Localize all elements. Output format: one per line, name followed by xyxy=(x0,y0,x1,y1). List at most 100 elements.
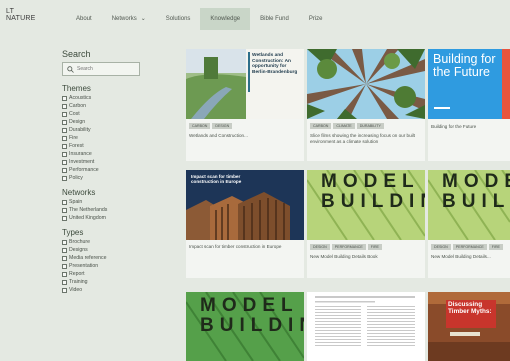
themes-heading: Themes xyxy=(62,84,91,93)
card-tags: DESIGN PERFORMANCE FIRE xyxy=(310,244,382,250)
filter-option-label: Brochure xyxy=(69,239,91,245)
checkbox[interactable] xyxy=(62,279,67,285)
card-image-model-building: MODEL BUILDING xyxy=(307,170,425,240)
filter-option-label: Insurance xyxy=(69,151,92,157)
checkbox[interactable] xyxy=(62,287,67,293)
card-image-caption: MODEL BUILDING xyxy=(442,171,510,212)
knowledge-card-model-building-3[interactable]: MODEL BUILDING xyxy=(186,292,304,361)
site-logo[interactable]: LT NATURE xyxy=(6,8,46,22)
checkbox[interactable] xyxy=(62,215,67,221)
filter-option-label: Policy xyxy=(69,175,83,181)
themes-filter-list: Acoustics Carbon Cost Design Durability Fire F… xyxy=(62,94,172,182)
card-image-caption: Building for the Future xyxy=(433,52,496,79)
filter-option-label: Carbon xyxy=(69,103,87,109)
filter-option-networks[interactable]: The Netherlands xyxy=(62,206,172,214)
knowledge-card-model-building[interactable]: MODEL BUILDING DESIGN PERFORMANCE FIRE N… xyxy=(307,170,425,278)
nav-item-bible-fund[interactable]: Bible Fund xyxy=(250,8,299,30)
checkbox[interactable] xyxy=(62,255,67,261)
filter-option-themes[interactable]: Policy xyxy=(62,174,172,182)
nav-item-solutions[interactable]: Solutions xyxy=(156,8,201,30)
tag[interactable]: DURABILITY xyxy=(356,123,384,129)
filter-option-label: Training xyxy=(69,279,88,285)
filter-option-themes[interactable]: Investment xyxy=(62,158,172,166)
filter-option-types[interactable]: Designs xyxy=(62,246,172,254)
knowledge-card-slice-films[interactable]: CARBON CLIMATE DURABILITY Slice films sh… xyxy=(307,49,425,161)
checkbox[interactable] xyxy=(62,263,67,269)
tag[interactable]: PERFORMANCE xyxy=(331,244,366,250)
tag[interactable]: DESIGN xyxy=(310,244,330,250)
search-heading: Search xyxy=(62,49,91,59)
card-title: Impact scan for timber construction in E… xyxy=(189,244,282,249)
filter-sidebar: Search Themes Acoustics Carbon Cost Design D… xyxy=(62,49,172,294)
nav-item-knowledge[interactable]: Knowledge xyxy=(200,8,251,30)
checkbox[interactable] xyxy=(62,167,67,173)
filter-option-themes[interactable]: Cost xyxy=(62,110,172,118)
nav-item-prize[interactable]: Prize xyxy=(299,8,333,30)
checkbox[interactable] xyxy=(62,119,67,125)
checkbox[interactable] xyxy=(62,95,67,101)
card-title: Slice films showing the increasing focus… xyxy=(310,133,415,144)
filter-option-types[interactable]: Media reference xyxy=(62,254,172,262)
search-box[interactable] xyxy=(62,62,140,76)
card-title: Building for the Future xyxy=(431,124,477,129)
tag[interactable]: DESIGN xyxy=(212,123,233,129)
card-image-caption: MODEL BUILDING xyxy=(321,171,425,212)
card-title: New Model Building Details... xyxy=(431,254,491,259)
filter-option-themes[interactable]: Acoustics xyxy=(62,94,172,102)
checkbox[interactable] xyxy=(62,199,67,205)
checkbox[interactable] xyxy=(62,159,67,165)
filter-option-types[interactable]: Brochure xyxy=(62,238,172,246)
nav-item-networks[interactable]: Networks ⌄ xyxy=(102,8,156,30)
nav-item-about[interactable]: About xyxy=(66,8,102,30)
filter-option-themes[interactable]: Forest xyxy=(62,142,172,150)
knowledge-card-impact-scan[interactable]: Impact scan for timber construction in E… xyxy=(186,170,304,278)
card-title: New Model Building Details Book xyxy=(310,254,378,259)
card-image-caption: Impact scan for timber construction in E… xyxy=(191,174,242,185)
filter-option-themes[interactable]: Insurance xyxy=(62,150,172,158)
tag[interactable]: DESIGN xyxy=(431,244,451,250)
filter-option-themes[interactable]: Durability xyxy=(62,126,172,134)
checkbox[interactable] xyxy=(62,143,67,149)
filter-option-label: Presentation xyxy=(69,263,99,269)
knowledge-card-model-building-2[interactable]: MODEL BUILDING DESIGN PERFORMANCE FIRE N… xyxy=(428,170,510,278)
filter-option-themes[interactable]: Design xyxy=(62,118,172,126)
tag[interactable]: FIRE xyxy=(367,244,382,250)
card-image-caption: MODEL BUILDING xyxy=(200,295,304,336)
tag[interactable]: FIRE xyxy=(488,244,503,250)
filter-option-themes[interactable]: Carbon xyxy=(62,102,172,110)
checkbox[interactable] xyxy=(62,111,67,117)
knowledge-card-building-future[interactable]: Building for the Future Building for the… xyxy=(428,49,510,161)
search-input[interactable] xyxy=(77,63,137,75)
checkbox[interactable] xyxy=(62,151,67,157)
filter-option-types[interactable]: Training xyxy=(62,278,172,286)
checkbox[interactable] xyxy=(62,175,67,181)
filter-option-label: Investment xyxy=(69,159,95,165)
knowledge-card-wetlands[interactable]: Wetlands and Construction: An opportunit… xyxy=(186,49,304,161)
filter-option-types[interactable]: Presentation xyxy=(62,262,172,270)
knowledge-card-timber-myths[interactable]: Discussing Timber Myths: xyxy=(428,292,510,361)
tag[interactable]: CARBON xyxy=(189,123,211,129)
checkbox[interactable] xyxy=(62,271,67,277)
checkbox[interactable] xyxy=(62,207,67,213)
filter-option-label: Spain xyxy=(69,199,83,205)
filter-option-types[interactable]: Report xyxy=(62,270,172,278)
filter-option-types[interactable]: Video xyxy=(62,286,172,294)
checkbox[interactable] xyxy=(62,239,67,245)
card-tags: CARBON CLIMATE DURABILITY xyxy=(310,123,384,129)
filter-option-networks[interactable]: Spain xyxy=(62,198,172,206)
tag[interactable]: CARBON xyxy=(310,123,332,129)
checkbox[interactable] xyxy=(62,247,67,253)
checkbox[interactable] xyxy=(62,103,67,109)
knowledge-card-document[interactable] xyxy=(307,292,425,361)
tag[interactable]: PERFORMANCE xyxy=(452,244,487,250)
search-icon xyxy=(67,65,74,73)
checkbox[interactable] xyxy=(62,127,67,133)
card-image-timber-myths: Discussing Timber Myths: xyxy=(428,292,510,361)
filter-option-networks[interactable]: United Kingdom xyxy=(62,214,172,222)
filter-option-themes[interactable]: Fire xyxy=(62,134,172,142)
card-image-model-building-2: MODEL BUILDING xyxy=(428,170,510,240)
filter-option-label: Design xyxy=(69,119,86,125)
tag[interactable]: CLIMATE xyxy=(333,123,355,129)
checkbox[interactable] xyxy=(62,135,67,141)
filter-option-themes[interactable]: Performance xyxy=(62,166,172,174)
